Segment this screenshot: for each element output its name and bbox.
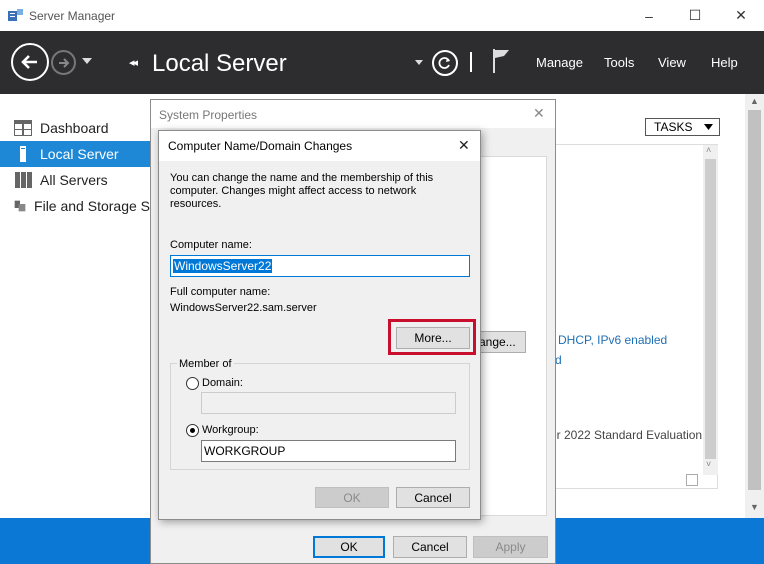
resize-grip <box>686 474 698 486</box>
full-name-value: WindowsServer22.sam.server <box>170 302 317 314</box>
close-icon[interactable]: ✕ <box>458 137 470 154</box>
page-title: Local Server <box>152 50 287 77</box>
scroll-up-icon[interactable]: ▲ <box>750 96 759 106</box>
panel-scrollbar[interactable]: ˄ ˅ <box>703 145 718 475</box>
minimize-button[interactable]: – <box>626 0 672 31</box>
domain-label: Domain: <box>202 377 243 389</box>
ethernet-status-link[interactable]: DHCP, IPv6 enabled <box>558 333 667 347</box>
apply-label: Apply <box>495 540 526 554</box>
ok-label: OK <box>340 540 358 554</box>
refresh-button[interactable] <box>432 50 458 76</box>
sysprop-ok-button[interactable]: OK <box>313 536 385 558</box>
scroll-up-icon[interactable]: ˄ <box>706 145 711 155</box>
workgroup-label: Workgroup: <box>202 424 259 436</box>
name-dialog-cancel-button[interactable]: Cancel <box>396 487 470 508</box>
breadcrumb-arrows-icon: ◂◂ <box>129 57 138 69</box>
sidebar-item-label: Dashboard <box>40 120 109 136</box>
link-fragment[interactable]: d <box>555 353 562 367</box>
page-scrollbar[interactable]: ▲ ▼ <box>745 94 764 518</box>
computer-name-dialog-title: Computer Name/Domain Changes <box>168 139 353 153</box>
sidebar-item-file-storage[interactable]: File and Storage S <box>0 193 150 219</box>
computer-name-label: Computer name: <box>170 239 252 251</box>
scrollbar-thumb[interactable] <box>705 159 716 459</box>
system-properties-titlebar: System Properties ✕ <box>151 100 555 128</box>
refresh-icon <box>438 57 450 69</box>
system-properties-title: System Properties <box>159 108 258 122</box>
workgroup-radio[interactable] <box>186 424 199 437</box>
full-name-label: Full computer name: <box>170 286 271 298</box>
sysprop-cancel-button[interactable]: Cancel <box>393 536 467 558</box>
description-text: You can change the name and the membersh… <box>170 172 434 210</box>
sidebar-item-dashboard[interactable]: Dashboard <box>0 115 150 141</box>
workgroup-input[interactable]: WORKGROUP <box>201 440 456 462</box>
tasks-dropdown[interactable]: TASKS <box>645 118 720 136</box>
highlight-box <box>388 319 476 355</box>
domain-radio[interactable] <box>186 377 199 390</box>
domain-input[interactable] <box>201 392 456 414</box>
close-icon[interactable]: ✕ <box>533 105 545 122</box>
name-dialog-ok-button[interactable]: OK <box>315 487 389 508</box>
tasks-label: TASKS <box>654 120 693 134</box>
os-edition-text: er 2022 Standard Evaluation <box>550 428 703 442</box>
menu-view[interactable]: View <box>658 55 686 70</box>
close-window-button[interactable]: ✕ <box>718 0 764 31</box>
computer-name-input[interactable]: WindowsServer22 <box>170 255 470 277</box>
header-divider <box>470 52 472 72</box>
sidebar-item-label: File and Storage S <box>34 198 150 214</box>
title-bar: Server Manager – ☐ ✕ <box>0 0 764 31</box>
menu-help[interactable]: Help <box>711 55 738 70</box>
member-of-label: Member of <box>177 358 234 370</box>
server-icon <box>20 146 26 162</box>
menu-manage[interactable]: Manage <box>536 55 583 70</box>
window-title: Server Manager <box>29 9 116 23</box>
chevron-down-icon <box>704 124 713 130</box>
sidebar-item-all-servers[interactable]: All Servers <box>0 167 150 193</box>
storage-icon <box>14 200 26 212</box>
history-dropdown-icon[interactable] <box>82 58 92 64</box>
server-manager-icon <box>8 9 23 21</box>
computer-name-value: WindowsServer22 <box>173 259 273 273</box>
header-bar <box>0 31 764 94</box>
computer-name-titlebar: Computer Name/Domain Changes ✕ <box>159 131 480 161</box>
change-button-label: ange... <box>479 335 516 349</box>
scrollbar-thumb[interactable] <box>748 110 761 490</box>
arrow-right-icon <box>58 57 69 68</box>
menu-tools[interactable]: Tools <box>604 55 634 70</box>
dashboard-icon <box>14 120 32 136</box>
scroll-down-icon[interactable]: ˅ <box>706 459 711 469</box>
sidebar-item-label: All Servers <box>40 172 108 188</box>
notifications-flag-icon[interactable] <box>491 48 511 74</box>
sidebar-item-local-server[interactable]: Local Server <box>0 141 150 167</box>
ok-label: OK <box>343 490 361 505</box>
sysprop-apply-button[interactable]: Apply <box>473 536 548 558</box>
cancel-label: Cancel <box>414 490 452 505</box>
workgroup-value: WORKGROUP <box>204 444 286 458</box>
sidebar-item-label: Local Server <box>40 146 119 162</box>
refresh-dropdown-icon[interactable] <box>415 60 423 65</box>
change-button[interactable]: ange... <box>476 331 526 353</box>
cancel-label: Cancel <box>411 540 449 554</box>
scroll-down-icon[interactable]: ▼ <box>750 502 759 512</box>
maximize-button[interactable]: ☐ <box>672 0 718 31</box>
arrow-left-icon <box>21 55 37 69</box>
back-button[interactable] <box>11 43 49 81</box>
servers-icon <box>15 172 32 188</box>
forward-button[interactable] <box>51 50 76 75</box>
